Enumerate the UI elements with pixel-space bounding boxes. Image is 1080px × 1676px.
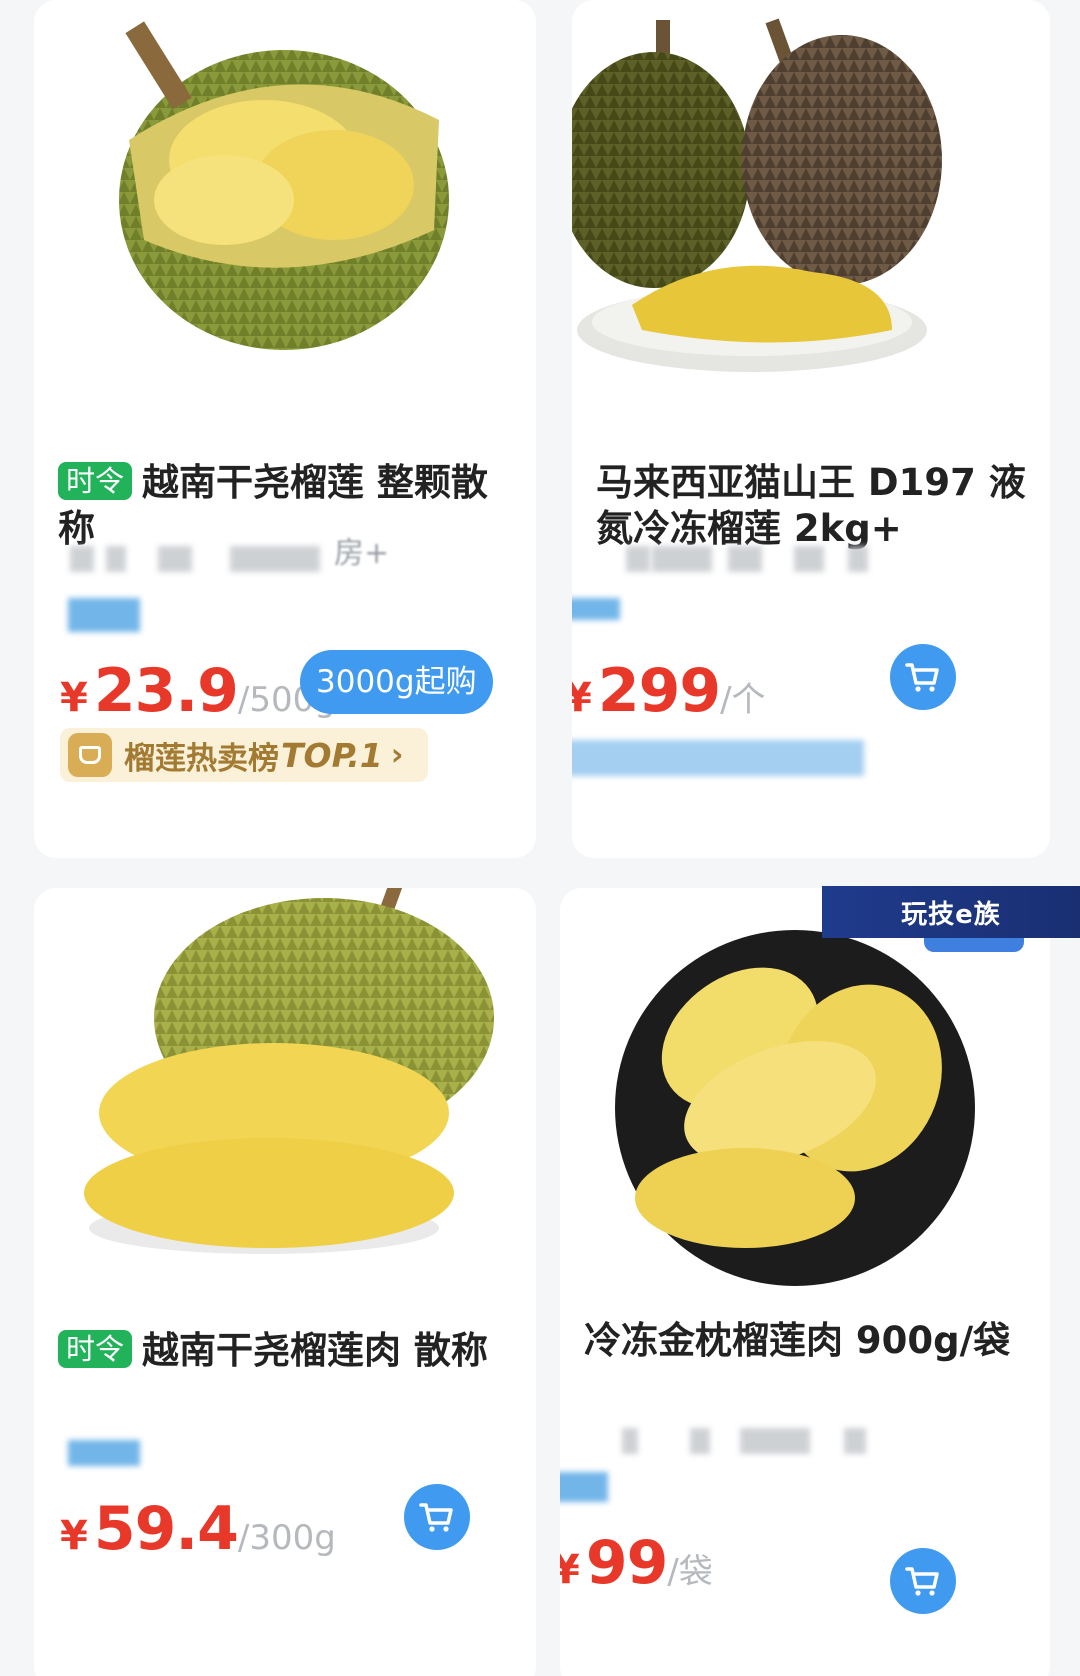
rank-crown-icon [68, 733, 112, 777]
product-title[interactable]: 时令 越南干尧榴莲肉 散称 [58, 1328, 516, 1374]
chevron-right-icon: › [390, 737, 404, 773]
blurred-badge [572, 598, 620, 620]
blurred-info [794, 546, 824, 572]
seasonal-tag: 时令 [58, 1330, 133, 1368]
blurred-info [844, 1428, 866, 1454]
min-purchase-badge: 3000g起购 [300, 650, 493, 714]
product-card[interactable]: 时令 越南干尧榴莲 整颗散称 房+ ¥23.9/500g 3000g起购 榴莲热卖… [34, 0, 536, 858]
price: ¥59.4/300g [60, 1494, 336, 1564]
blurred-fragment: 房+ [334, 536, 390, 571]
product-image[interactable] [34, 0, 536, 440]
product-image[interactable] [572, 0, 1050, 440]
blurred-info [622, 1428, 638, 1454]
price: ¥99/袋 [560, 1528, 713, 1598]
blurred-info [70, 546, 94, 572]
blurred-info [572, 740, 864, 776]
product-card[interactable]: 时令 越南干尧榴莲肉 散称 ¥59.4/300g [34, 888, 536, 1676]
add-to-cart-button[interactable] [404, 1484, 470, 1550]
price: ¥23.9/500g [60, 656, 336, 726]
product-title[interactable]: 冷冻金枕榴莲肉 900g/袋 [584, 1318, 1030, 1364]
price: ¥299/个 [572, 656, 766, 726]
blurred-info [652, 546, 712, 572]
blurred-info [690, 1428, 710, 1454]
product-image[interactable] [560, 888, 1050, 1328]
blurred-info [728, 546, 762, 572]
blurred-info [158, 546, 192, 572]
blurred-info [740, 1428, 810, 1454]
blurred-info [626, 546, 650, 572]
add-to-cart-button[interactable] [890, 1548, 956, 1614]
watermark: 玩技e族 [822, 886, 1080, 938]
blurred-badge [68, 598, 140, 632]
product-title[interactable]: 时令 越南干尧榴莲 整颗散称 [58, 460, 516, 552]
blurred-badge [560, 1472, 608, 1502]
blurred-badge [68, 1440, 140, 1466]
cart-icon [905, 1567, 939, 1596]
blurred-info [106, 546, 126, 572]
seasonal-tag: 时令 [58, 462, 133, 500]
blurred-info [230, 546, 320, 572]
product-image[interactable] [34, 888, 536, 1318]
blurred-info [848, 546, 868, 572]
cart-icon [419, 1503, 453, 1532]
add-to-cart-button[interactable] [890, 644, 956, 710]
product-card[interactable]: 冷冻金枕榴莲肉 900g/袋 ¥99/袋 [560, 888, 1050, 1676]
cart-icon [905, 663, 939, 692]
hot-ranking-link[interactable]: 榴莲热卖榜 TOP.1 › [60, 728, 428, 782]
product-card[interactable]: 马来西亚猫山王 D197 液氮冷冻榴莲 2kg+ ¥299/个 [572, 0, 1050, 858]
product-title[interactable]: 马来西亚猫山王 D197 液氮冷冻榴莲 2kg+ [596, 460, 1030, 552]
